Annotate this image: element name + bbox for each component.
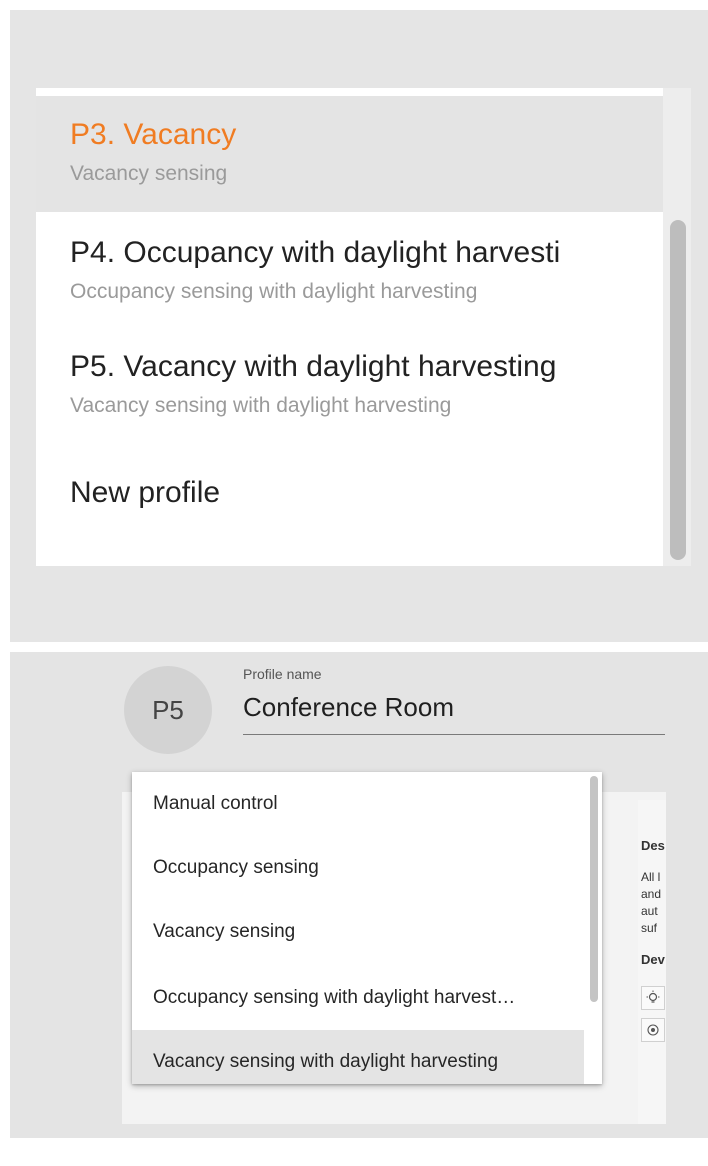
profile-editor-panel: P5 Profile name Conference Room Des All … (10, 652, 708, 1138)
profile-item-p4[interactable]: P4. Occupancy with daylight harvesti Occ… (36, 212, 664, 326)
profile-list: P3. Vacancy Vacancy sensing P4. Occupanc… (36, 88, 664, 566)
option-label: Occupancy sensing (153, 857, 319, 878)
profile-title: P5. Vacancy with daylight harvesting (70, 350, 557, 383)
profile-title: P3. Vacancy (70, 118, 237, 151)
new-profile-label: New profile (70, 476, 221, 509)
option-label: Occupancy sensing with daylight harvest… (153, 987, 516, 1008)
profile-list-panel: P3. Vacancy Vacancy sensing P4. Occupanc… (10, 10, 708, 642)
description-line: All l (641, 870, 661, 884)
profile-subtitle: Vacancy sensing (70, 162, 228, 185)
profile-subtitle: Vacancy sensing with daylight harvesting (70, 394, 452, 417)
profile-avatar: P5 (124, 666, 212, 754)
profile-list-scrollbar[interactable] (663, 88, 691, 566)
option-label: Vacancy sensing (153, 921, 296, 942)
profile-name-input[interactable]: Conference Room (243, 690, 665, 735)
profile-list-scroll-thumb[interactable] (670, 220, 686, 560)
new-profile-item[interactable]: New profile (36, 440, 664, 540)
profile-subtitle: Occupancy sensing with daylight harvesti… (70, 280, 478, 303)
profile-title: P4. Occupancy with daylight harvesti (70, 236, 561, 269)
dropdown-option-occupancy-sensing[interactable]: Occupancy sensing (132, 836, 584, 900)
light-bulb-icon (641, 986, 665, 1010)
dropdown-scroll-thumb[interactable] (590, 776, 598, 1002)
profile-item-p3[interactable]: P3. Vacancy Vacancy sensing (36, 96, 664, 212)
description-heading: Des (641, 838, 665, 853)
sensing-mode-dropdown[interactable]: Manual control Occupancy sensing Vacancy… (132, 772, 602, 1084)
dropdown-option-manual-control[interactable]: Manual control (132, 772, 584, 836)
dropdown-option-occupancy-daylight[interactable]: Occupancy sensing with daylight harvest… (132, 966, 584, 1030)
option-label: Vacancy sensing with daylight harvesting (153, 1051, 499, 1072)
description-line: suf (641, 921, 658, 935)
sensor-icon (641, 1018, 665, 1042)
option-label: Manual control (153, 793, 278, 814)
description-line: and (641, 887, 662, 901)
profile-item-p5[interactable]: P5. Vacancy with daylight harvesting Vac… (36, 326, 664, 440)
dropdown-option-vacancy-sensing[interactable]: Vacancy sensing (132, 900, 584, 964)
description-panel: Des All l and aut suf Dev (638, 800, 666, 1124)
devices-heading: Dev (641, 952, 665, 967)
profile-name-label: Profile name (243, 666, 322, 682)
description-line: aut (641, 904, 658, 918)
dropdown-option-vacancy-daylight[interactable]: Vacancy sensing with daylight harvesting (132, 1030, 584, 1084)
